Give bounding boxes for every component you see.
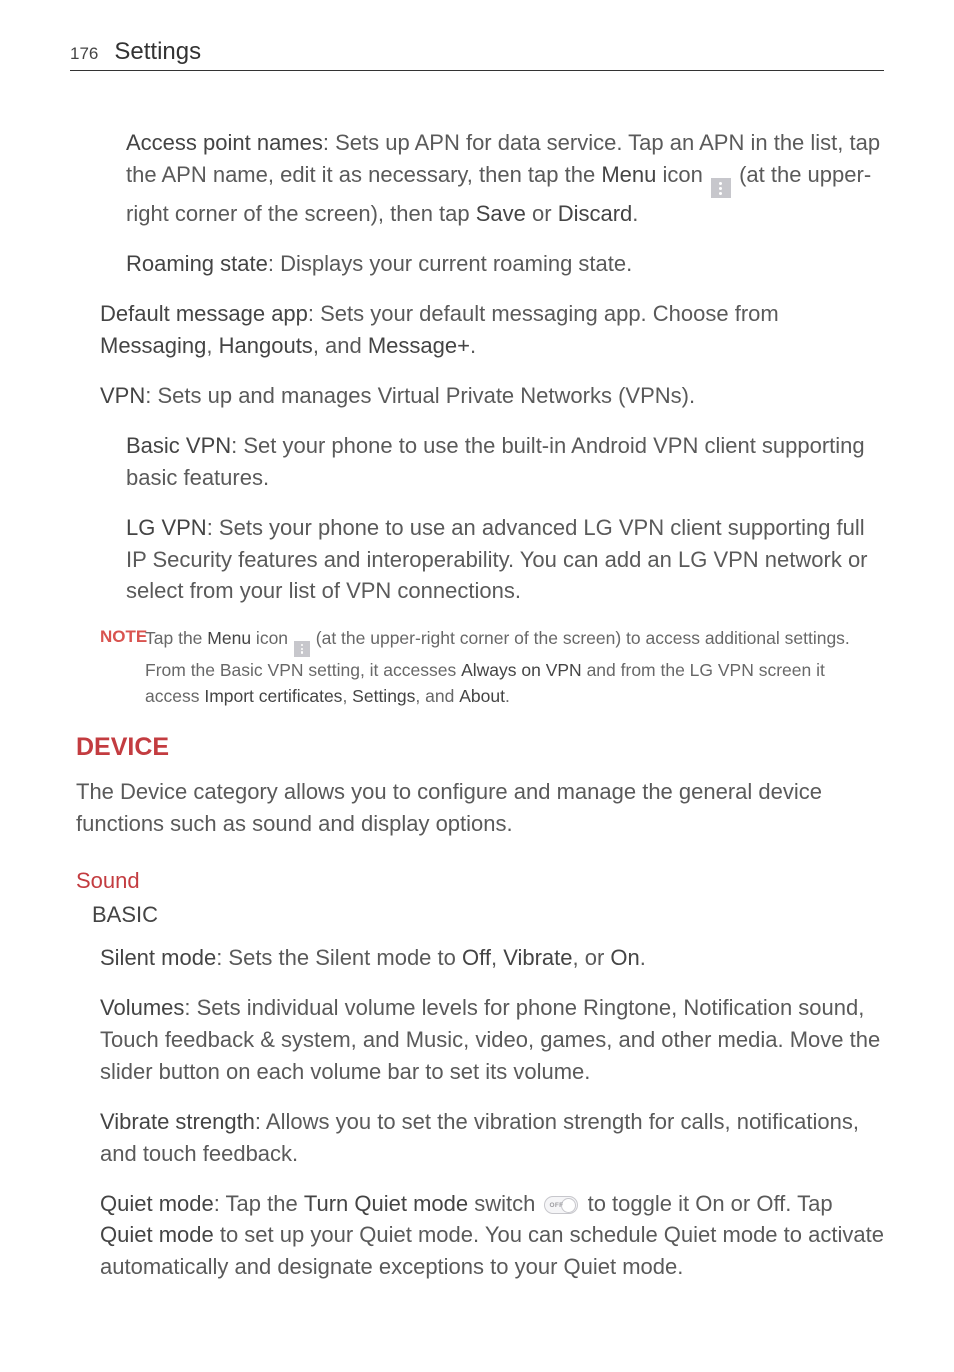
- device-heading: DEVICE: [70, 733, 884, 762]
- note-body: Tap the Menu icon (at the upper-right co…: [145, 625, 884, 709]
- roaming-paragraph: Roaming state: Displays your current roa…: [70, 248, 884, 280]
- page-header: 176 Settings: [70, 38, 884, 71]
- page: 176 Settings Access point names: Sets up…: [0, 0, 954, 1341]
- toggle-off-icon: OFF: [544, 1196, 578, 1214]
- note-label: NOTE: [70, 625, 145, 709]
- menu-icon: [711, 178, 731, 198]
- header-title: Settings: [114, 38, 201, 66]
- sound-heading: Sound: [70, 868, 884, 894]
- default-msg-paragraph: Default message app: Sets your default m…: [70, 298, 884, 362]
- vpn-paragraph: VPN: Sets up and manages Virtual Private…: [70, 380, 884, 412]
- device-description: The Device category allows you to config…: [70, 776, 884, 840]
- volumes-paragraph: Volumes: Sets individual volume levels f…: [70, 992, 884, 1088]
- note-block: NOTE Tap the Menu icon (at the upper-rig…: [70, 625, 884, 709]
- basic-heading: BASIC: [70, 902, 884, 928]
- vibrate-strength-paragraph: Vibrate strength: Allows you to set the …: [70, 1106, 884, 1170]
- apn-paragraph: Access point names: Sets up APN for data…: [70, 127, 884, 230]
- lg-vpn-paragraph: LG VPN: Sets your phone to use an advanc…: [70, 512, 884, 608]
- silent-mode-paragraph: Silent mode: Sets the Silent mode to Off…: [70, 942, 884, 974]
- quiet-mode-paragraph: Quiet mode: Tap the Turn Quiet mode swit…: [70, 1188, 884, 1284]
- basic-vpn-paragraph: Basic VPN: Set your phone to use the bui…: [70, 430, 884, 494]
- menu-icon: [294, 641, 310, 657]
- page-number: 176: [70, 44, 98, 64]
